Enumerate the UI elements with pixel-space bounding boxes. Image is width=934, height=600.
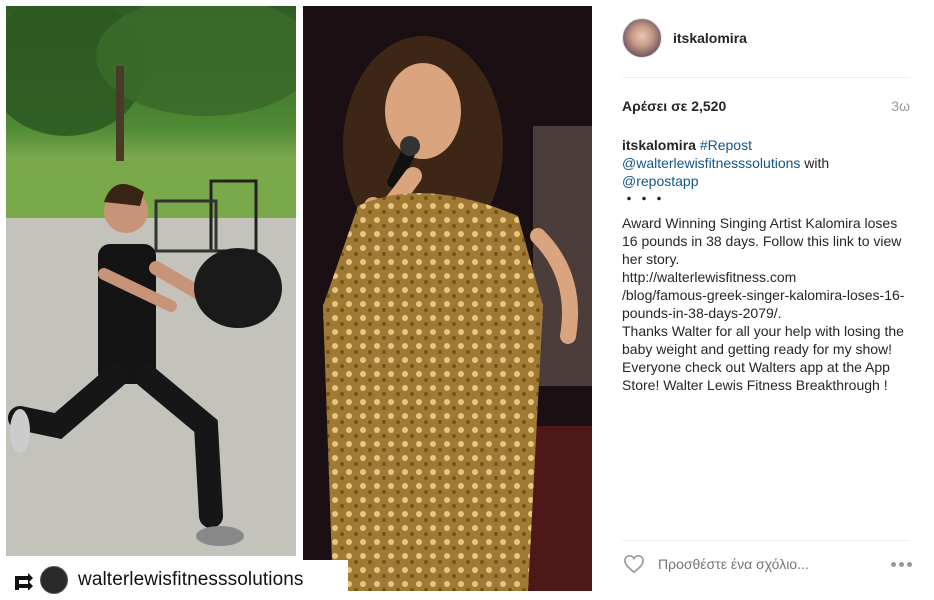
header-divider xyxy=(622,77,910,78)
caption-body: Award Winning Singing Artist Kalomira lo… xyxy=(622,215,905,393)
hashtag-repost[interactable]: #Repost xyxy=(700,137,752,153)
heart-icon[interactable] xyxy=(622,552,646,576)
comment-input[interactable] xyxy=(658,556,882,572)
right-photo xyxy=(303,6,592,591)
repost-icon xyxy=(8,565,38,595)
avatar[interactable] xyxy=(622,18,662,58)
caption-separator: ・・・ xyxy=(622,191,667,207)
caption-username[interactable]: itskalomira xyxy=(622,137,696,153)
repost-username: walterlewisfitnesssolutions xyxy=(78,569,304,590)
post-sidebar: itskalomira Αρέσει σε 2,520 3ω itskalomi… xyxy=(600,0,934,600)
left-photo xyxy=(6,6,296,556)
workout-illustration xyxy=(6,6,296,556)
more-options-icon[interactable] xyxy=(882,561,912,567)
mention-repostapp[interactable]: @repostapp xyxy=(622,173,698,189)
repost-watermark: walterlewisfitnesssolutions xyxy=(0,560,348,600)
likes-count[interactable]: Αρέσει σε 2,520 xyxy=(622,98,726,114)
post-media[interactable]: walterlewisfitnesssolutions xyxy=(0,0,600,600)
repost-avatar xyxy=(40,566,68,594)
more-dot xyxy=(907,561,912,567)
comment-bar xyxy=(622,552,912,576)
username-link[interactable]: itskalomira xyxy=(673,30,747,46)
post-caption: itskalomira #Repost @walterlewisfitnesss… xyxy=(622,136,912,394)
post-time[interactable]: 3ω xyxy=(891,98,910,114)
mention-walterlewis[interactable]: @walterlewisfitnesssolutions xyxy=(622,155,800,171)
footer-divider xyxy=(622,540,910,541)
post-header: itskalomira xyxy=(622,18,747,58)
more-dot xyxy=(891,561,896,567)
singer-illustration xyxy=(303,6,592,591)
caption-with: with xyxy=(804,155,830,171)
more-dot xyxy=(899,561,904,567)
